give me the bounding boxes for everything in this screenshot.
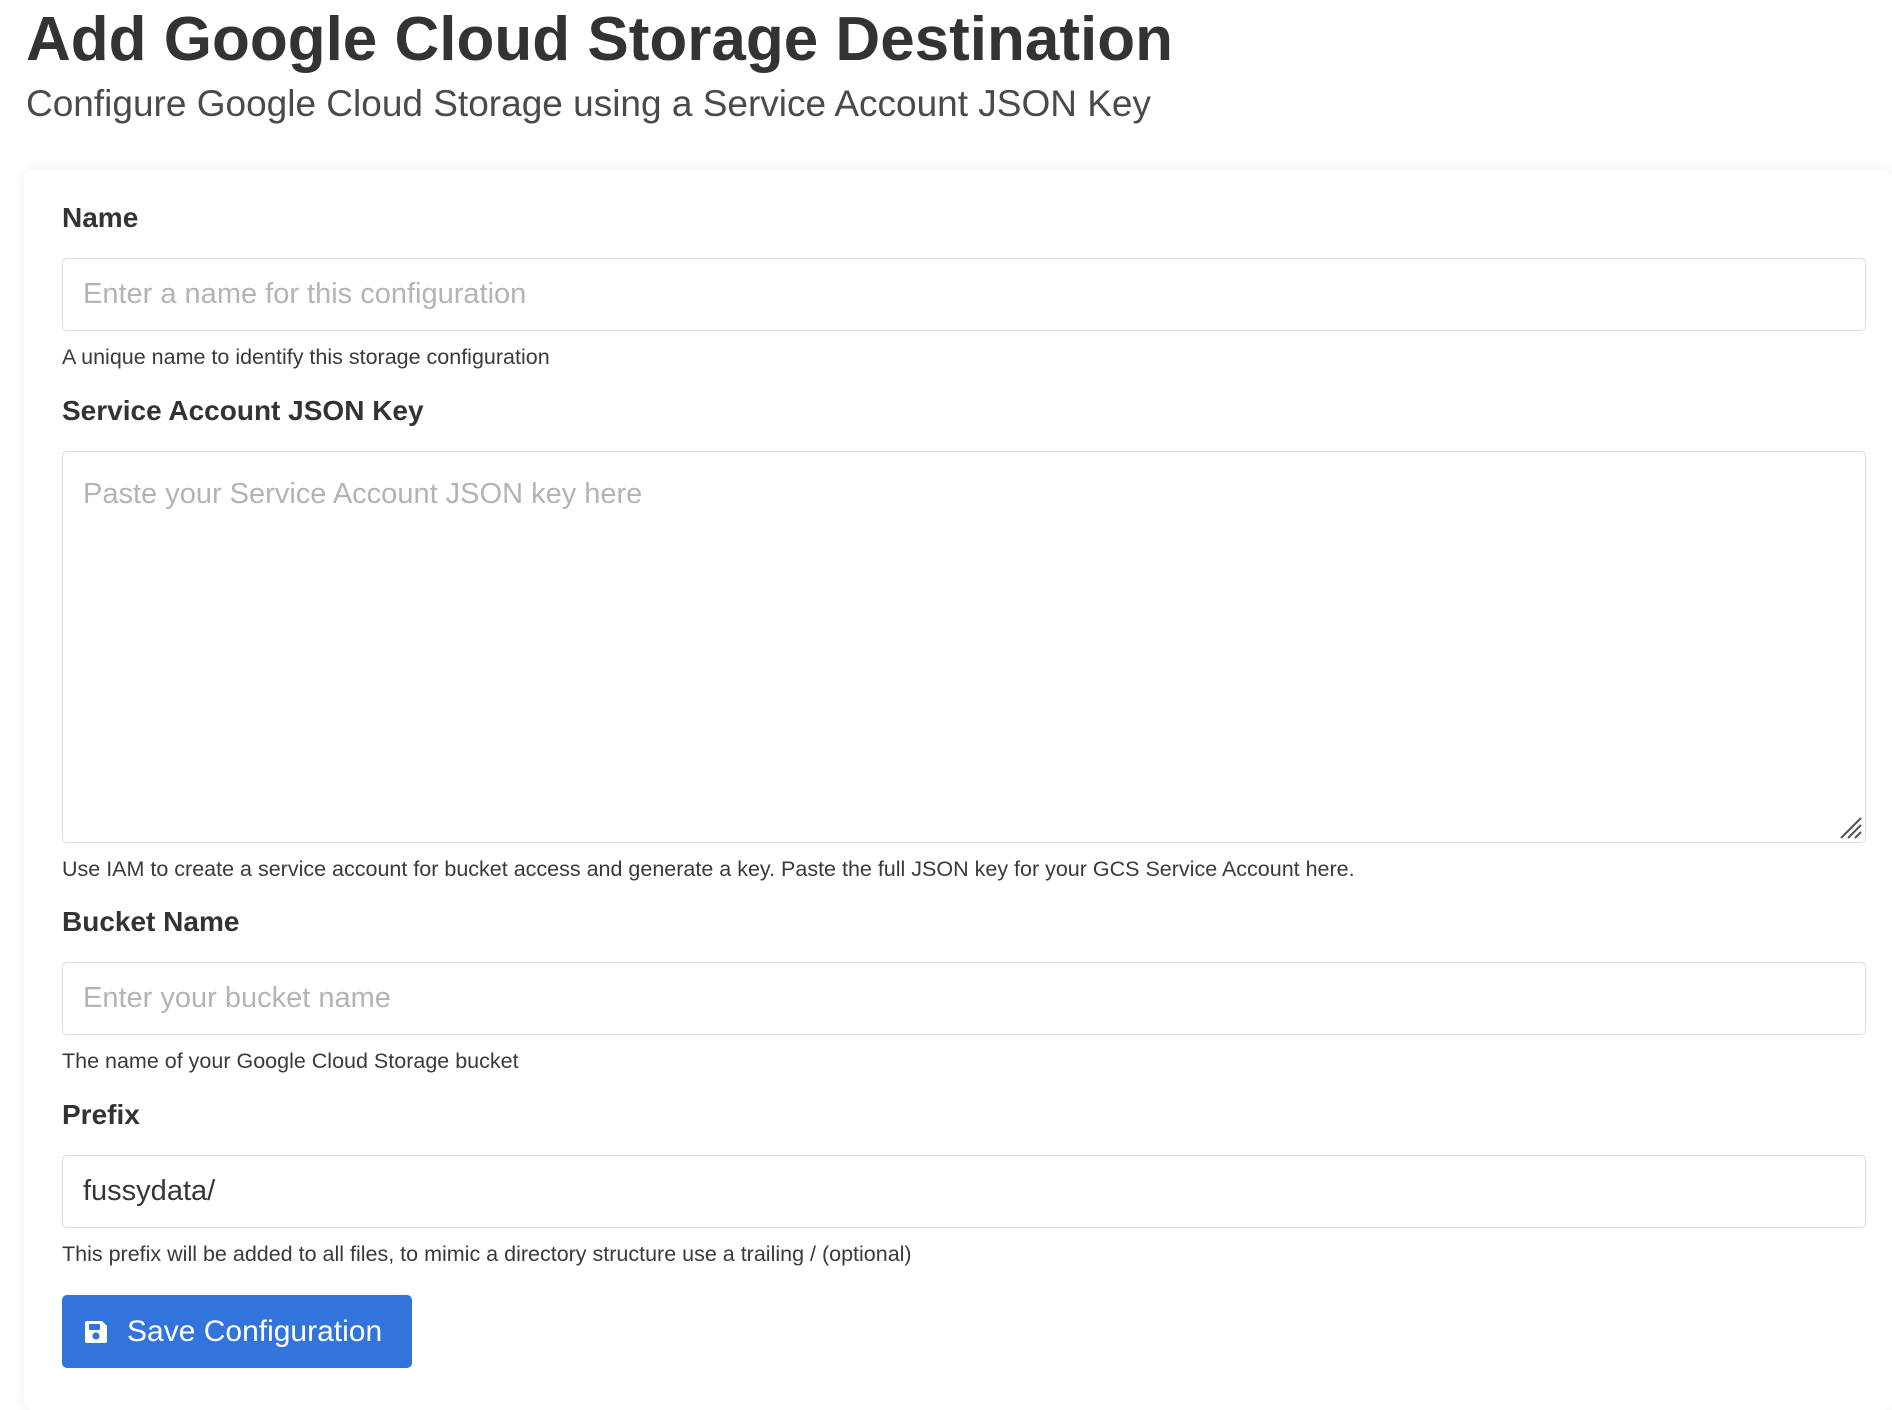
bucket-name-help-text: The name of your Google Cloud Storage bu…: [62, 1049, 519, 1073]
configuration-form: Name A unique name to identify this stor…: [24, 170, 1892, 1410]
service-account-key-textarea[interactable]: [62, 451, 1866, 843]
bucket-name-label: Bucket Name: [62, 906, 240, 937]
page-header: Add Google Cloud Storage Destination Con…: [26, 0, 1866, 126]
save-icon: [85, 1320, 107, 1343]
service-account-key-label: Service Account JSON Key: [62, 395, 424, 426]
service-account-key-field-group: Service Account JSON Key Use IAM to crea…: [62, 393, 1866, 883]
name-input[interactable]: [62, 258, 1866, 331]
name-label: Name: [62, 202, 139, 233]
page-subtitle: Configure Google Cloud Storage using a S…: [26, 83, 1152, 124]
bucket-name-input[interactable]: [62, 962, 1866, 1035]
service-account-key-help-text: Use IAM to create a service account for …: [62, 857, 1355, 881]
save-configuration-button[interactable]: Save Configuration: [62, 1295, 412, 1368]
save-button-label: Save Configuration: [127, 1314, 383, 1348]
resize-handle-icon[interactable]: [1837, 814, 1863, 840]
bucket-name-field-group: Bucket Name The name of your Google Clou…: [62, 904, 1866, 1075]
name-field-group: Name A unique name to identify this stor…: [62, 200, 1866, 371]
prefix-field-group: Prefix This prefix will be added to all …: [62, 1097, 1866, 1268]
prefix-input[interactable]: [62, 1155, 1866, 1228]
page-title: Add Google Cloud Storage Destination: [26, 5, 1173, 74]
prefix-label: Prefix: [62, 1099, 140, 1130]
service-account-key-textarea-wrapper: [62, 451, 1866, 843]
name-help-text: A unique name to identify this storage c…: [62, 345, 550, 369]
prefix-help-text: This prefix will be added to all files, …: [62, 1242, 912, 1266]
